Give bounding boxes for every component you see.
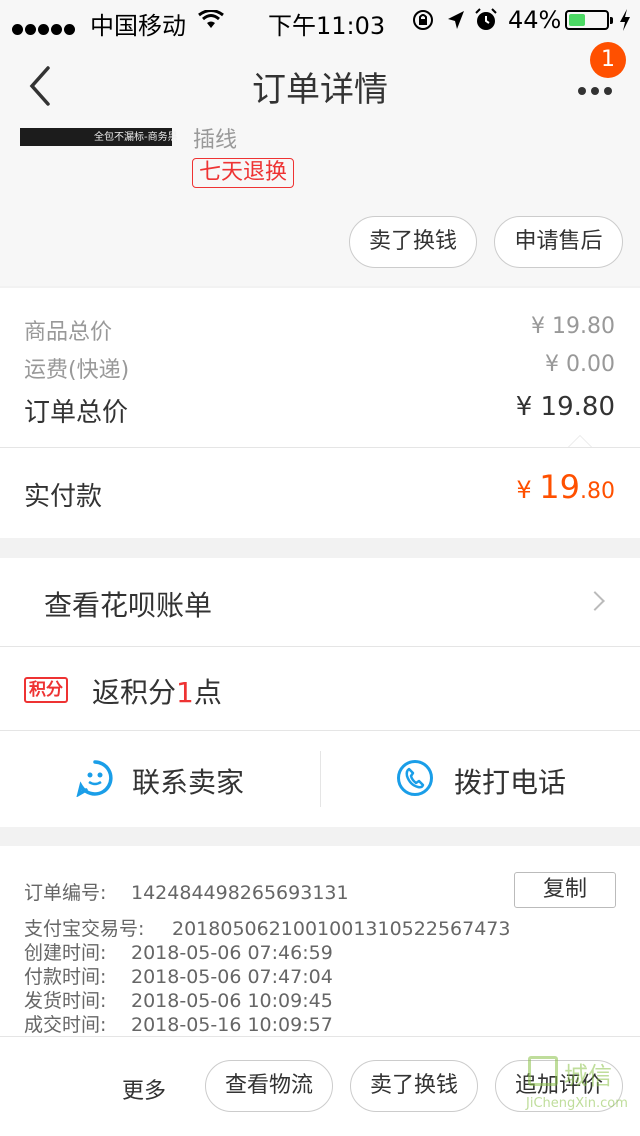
notification-badge: 1: [590, 42, 626, 78]
contact-seller-label: 联系卖家: [132, 766, 245, 799]
completed-time-value: 2018-05-16 10:09:57: [131, 1014, 333, 1036]
order-number-value: 142484498265693131: [131, 882, 349, 904]
more-menu-icon[interactable]: [578, 80, 617, 99]
order-number-key: 订单编号:: [24, 882, 107, 904]
shipping-label: 运费(快递): [24, 358, 130, 383]
watermark-en: JiChengXin.com: [526, 1096, 628, 1111]
huabei-bill-label: 查看花呗账单: [44, 589, 213, 622]
battery-fill: [569, 14, 585, 26]
points-text-suffix: 点: [193, 676, 222, 709]
chevron-right-icon: [585, 591, 605, 611]
alarm-icon: [475, 8, 497, 30]
contact-bar: 联系卖家 拨打电话: [0, 731, 640, 827]
chat-face-icon: [76, 760, 113, 797]
more-button[interactable]: 更多: [122, 1073, 166, 1105]
points-tag: 积分: [24, 677, 68, 703]
battery-icon: [565, 10, 613, 30]
shipped-time-line: 发货时间: 2018-05-06 10:09:45: [24, 986, 333, 1013]
order-number-line: 订单编号: 142484498265693131: [24, 878, 349, 905]
watermark-cn: 城信: [564, 1062, 612, 1090]
sell-for-cash-bottom-button[interactable]: 卖了换钱: [350, 1060, 478, 1112]
completed-time-line: 成交时间: 2018-05-16 10:09:57: [24, 1010, 333, 1037]
actual-payment-amount: ¥ 19.80: [516, 468, 615, 506]
goods-total-value: ¥ 19.80: [531, 314, 615, 339]
alipay-trade-line: 支付宝交易号: 2018050621001001310522567473: [24, 914, 510, 941]
alipay-trade-value: 2018050621001001310522567473: [172, 918, 511, 940]
copy-order-number-button[interactable]: 复制: [514, 872, 616, 908]
paid-time-value: 2018-05-06 07:47:04: [131, 966, 333, 988]
goods-section: 全包不漏标-商务黑 插线 七天退换 卖了换钱 申请售后: [0, 128, 640, 286]
created-time-line: 创建时间: 2018-05-06 07:46:59: [24, 938, 333, 965]
navigation-bar: 订单详情 1: [0, 40, 640, 128]
order-info: 复制 订单编号: 142484498265693131 支付宝交易号: 201805…: [0, 846, 640, 1036]
sell-for-cash-button[interactable]: 卖了换钱: [349, 216, 477, 268]
created-time-value: 2018-05-06 07:46:59: [131, 942, 333, 964]
charging-bolt-icon: [620, 9, 630, 31]
product-spec: 插线: [193, 128, 238, 153]
actual-payment-row: 实付款 ¥ 19.80: [0, 448, 640, 538]
paid-time-line: 付款时间: 2018-05-06 07:47:04: [24, 962, 333, 989]
price-summary: 商品总价 ¥ 19.80 运费(快递) ¥ 0.00 订单总价 ¥ 19.80: [0, 288, 640, 448]
actual-payment-label: 实付款: [24, 482, 103, 512]
points-row: 积分 返积分1点: [0, 647, 640, 730]
site-watermark: 城信 JiChengXin.com: [524, 1052, 640, 1136]
points-number: 1: [176, 676, 194, 709]
points-text-prefix: 返积分: [92, 676, 177, 709]
contact-seller-button[interactable]: 联系卖家: [0, 731, 320, 827]
wifi-icon: [198, 10, 224, 28]
after-sales-button[interactable]: 申请售后: [494, 216, 623, 268]
phone-icon: [397, 760, 433, 796]
call-phone-button[interactable]: 拨打电话: [320, 731, 640, 827]
view-logistics-button[interactable]: 查看物流: [205, 1060, 333, 1112]
battery-percent: 44%: [508, 6, 562, 34]
order-total-value: ¥ 19.80: [515, 392, 615, 422]
created-time-key: 创建时间:: [24, 942, 107, 964]
signal-strength-icon: [12, 13, 77, 41]
rotation-lock-icon: [413, 10, 433, 30]
completed-time-key: 成交时间:: [24, 1014, 107, 1036]
status-bar: 中国移动 下午11:03 44%: [0, 0, 640, 40]
shipping-value: ¥ 0.00: [545, 352, 615, 377]
thumbnail-caption: 全包不漏标-商务黑: [94, 132, 178, 143]
page-title: 订单详情: [252, 70, 388, 110]
seven-day-return-tag: 七天退换: [192, 158, 295, 188]
shipped-time-key: 发货时间:: [24, 990, 107, 1012]
goods-total-label: 商品总价: [24, 320, 113, 345]
amount-decimal: .80: [580, 479, 615, 504]
call-phone-label: 拨打电话: [454, 766, 567, 799]
alipay-trade-key: 支付宝交易号:: [24, 918, 145, 940]
points-text: 返积分1点: [92, 671, 222, 711]
order-total-label: 订单总价: [24, 398, 129, 428]
shipped-time-value: 2018-05-06 10:09:45: [131, 990, 333, 1012]
location-arrow-icon: [448, 11, 464, 29]
product-thumbnail[interactable]: 全包不漏标-商务黑: [20, 128, 178, 146]
huabei-bill-row[interactable]: 查看花呗账单: [0, 558, 640, 646]
currency-symbol: ¥: [516, 476, 540, 504]
amount-integer: 19: [539, 468, 580, 506]
watermark-logo-icon: [528, 1056, 558, 1086]
carrier-label: 中国移动: [90, 12, 186, 40]
clock-time: 下午11:03: [268, 12, 386, 40]
paid-time-key: 付款时间:: [24, 966, 107, 988]
